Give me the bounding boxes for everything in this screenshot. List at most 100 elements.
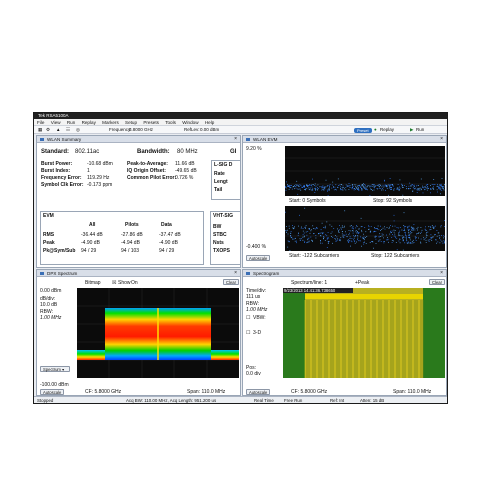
evm-point [337, 238, 339, 240]
status-ref[interactable]: Ref: Int [330, 397, 344, 403]
evm-point [425, 230, 427, 231]
evm-point [396, 188, 398, 190]
evm-point [393, 235, 395, 237]
evm-point [392, 184, 393, 186]
evm-point [293, 186, 294, 187]
evm-point [358, 189, 360, 191]
evm-point [359, 185, 361, 187]
evm-point [309, 184, 311, 185]
menu-view[interactable]: View [51, 120, 61, 125]
evm-point [308, 229, 310, 230]
evm-point [397, 189, 399, 190]
evm-point [360, 236, 361, 238]
evm-point [351, 188, 353, 190]
lsig-length: Lengt [214, 179, 228, 185]
evm-point [373, 184, 375, 186]
evm-point [404, 229, 405, 231]
spectrogram-clear-button[interactable]: Clear [429, 279, 446, 285]
evm-point [402, 194, 404, 196]
menu-setup[interactable]: Setup [125, 120, 137, 125]
menu-replay[interactable]: Replay [82, 120, 96, 125]
evm-cell: 94 / 29 [81, 248, 97, 254]
evm-point [292, 238, 294, 240]
evm-point [317, 187, 318, 188]
menu-file[interactable]: File [37, 120, 44, 125]
evm-point [413, 186, 415, 187]
evm-point [287, 185, 289, 186]
evm-point [290, 237, 292, 238]
evm-point [410, 226, 412, 228]
close-icon[interactable]: × [234, 270, 237, 277]
evm-point [408, 234, 410, 236]
vbw-checkbox[interactable]: ☐ [246, 315, 250, 321]
close-icon[interactable]: × [440, 136, 443, 143]
autoscale-button[interactable]: Autoscale [246, 255, 271, 261]
run-button[interactable]: Run [416, 126, 424, 134]
menu-help[interactable]: Help [205, 120, 214, 125]
displays-icon[interactable]: ▦ [38, 126, 42, 134]
evm-point [418, 188, 420, 189]
spectrogram-autoscale-button[interactable]: Autoscale [246, 389, 271, 395]
evm-point [381, 186, 383, 188]
evm-point [401, 183, 402, 185]
evm-point [379, 233, 381, 235]
evm-point [437, 241, 439, 243]
spectrum-select-value: Spectrum [43, 367, 61, 372]
evm-point [432, 236, 434, 238]
evm-point [434, 184, 436, 185]
menu-window[interactable]: Window [182, 120, 198, 125]
menu-presets[interactable]: Presets [143, 120, 159, 125]
evm-point [439, 184, 440, 186]
status-atten[interactable]: Atten: 15 dB [360, 397, 384, 403]
show-checkbox[interactable]: ☒ [112, 280, 116, 286]
spectrum-select[interactable]: Spectrum ▾ [40, 366, 70, 372]
preset-button[interactable]: Preset [354, 127, 372, 133]
evm-subcarrier-svg [285, 207, 445, 251]
common-pilot-error-label: Common Pilot Error: [127, 175, 177, 181]
reflev-value[interactable]: 0.00 dBm [200, 126, 219, 134]
spectrogram-plot: 9/23/2013 14:41:36.738650 [283, 288, 445, 378]
evm-point [325, 179, 327, 181]
evm-point [354, 240, 356, 242]
evm-point [434, 234, 435, 236]
evm-point [324, 240, 326, 241]
threed-checkbox[interactable]: ☐ [246, 330, 250, 336]
evm-point [416, 192, 418, 193]
evm-point [399, 187, 401, 189]
evm-point [361, 237, 363, 239]
close-icon[interactable]: × [440, 270, 443, 277]
replay-button[interactable]: Replay [380, 126, 394, 134]
evm-row-label: Peak [43, 240, 55, 246]
evm-point [323, 238, 324, 240]
table-icon[interactable]: ☷ [66, 126, 70, 134]
evm-point [377, 240, 379, 242]
evm-point [424, 186, 426, 188]
menu-markers[interactable]: Markers [102, 120, 119, 125]
settings-icon[interactable]: ⚙ [46, 126, 50, 134]
evm-point [316, 188, 318, 190]
evm-point [407, 226, 409, 228]
evm-cell: -36.44 dB [81, 232, 103, 238]
evm-point [437, 184, 438, 185]
evm-point [373, 247, 374, 249]
frequency-value[interactable]: 5.8000 GHz [129, 126, 153, 134]
evm-point [308, 189, 310, 191]
evm-point [420, 241, 421, 243]
evm-point [444, 236, 445, 238]
menu-run[interactable]: Run [67, 120, 75, 125]
zoom-icon[interactable]: ◎ [76, 126, 80, 134]
status-freerun[interactable]: Free Run [284, 397, 302, 403]
markers-icon[interactable]: ▲ [56, 126, 60, 134]
evm-point [332, 242, 333, 244]
menu-tools[interactable]: Tools [165, 120, 176, 125]
evm-point [320, 232, 322, 234]
evm-point [327, 190, 328, 192]
status-acq: Acq BW: 110.00 MHz, Acq Length: 951.200 … [126, 398, 217, 403]
evm-point [349, 240, 350, 241]
evm-point [401, 229, 403, 231]
close-icon[interactable]: × [234, 136, 237, 143]
dpx-autoscale-button[interactable]: Autoscale [40, 389, 65, 395]
clear-button[interactable]: Clear [223, 279, 240, 285]
evm-point [390, 232, 392, 234]
evm-point [419, 189, 421, 191]
